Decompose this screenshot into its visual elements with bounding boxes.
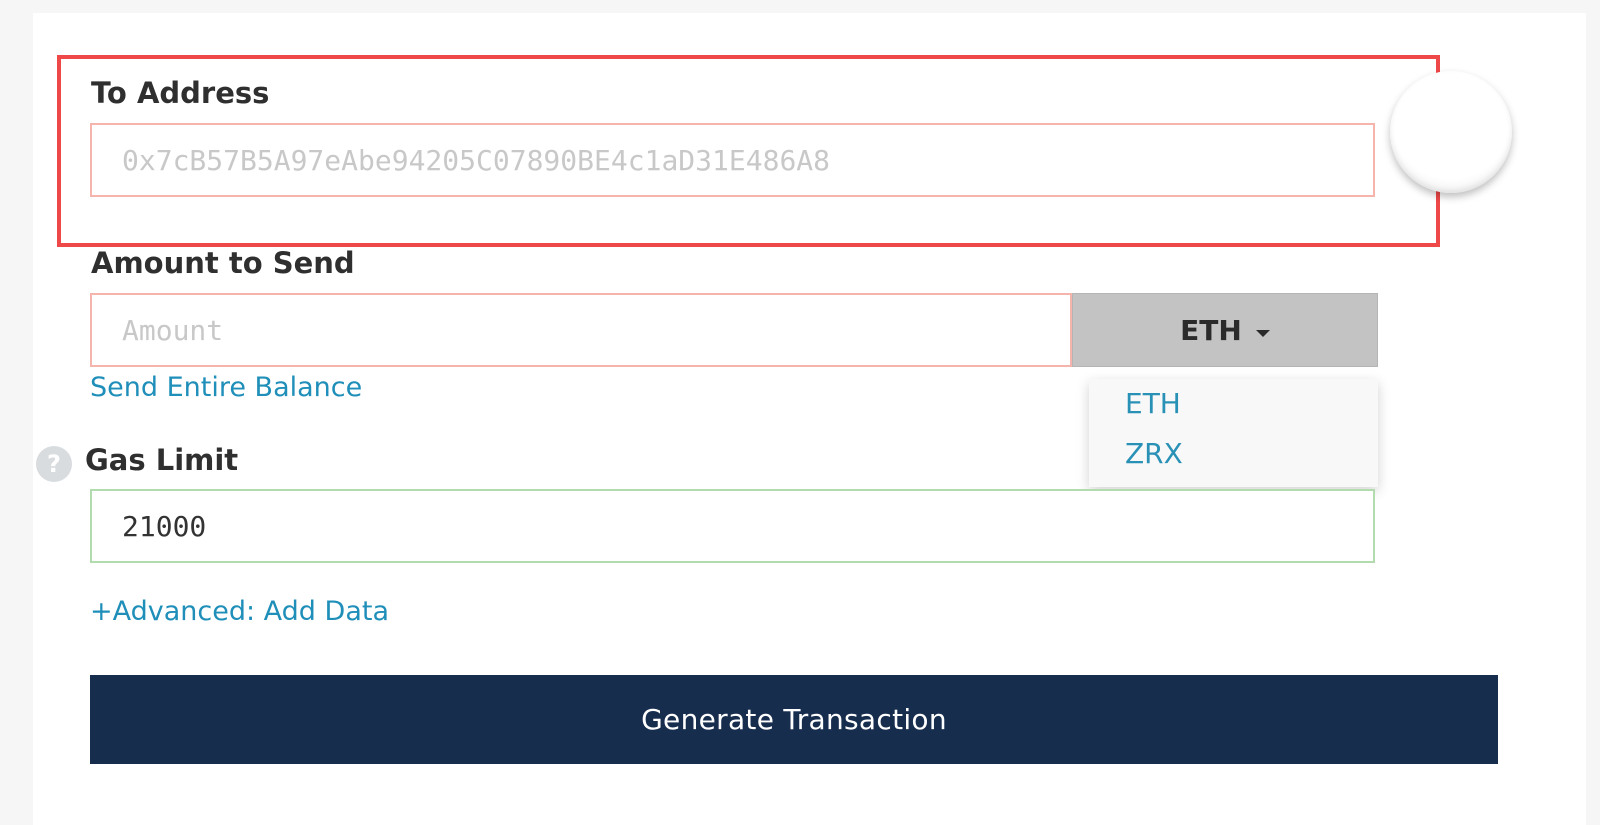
currency-dropdown-button[interactable]: ETH — [1072, 293, 1378, 367]
cursor-indicator — [1390, 71, 1512, 193]
caret-down-icon — [1255, 329, 1270, 337]
gas-limit-input[interactable] — [90, 489, 1375, 563]
currency-option-zrx[interactable]: ZRX — [1125, 437, 1183, 470]
to-address-label: To Address — [91, 76, 270, 110]
question-mark-icon[interactable]: ? — [36, 446, 72, 482]
generate-transaction-button[interactable]: Generate Transaction — [90, 675, 1498, 764]
currency-selected-label: ETH — [1180, 313, 1242, 347]
advanced-add-data-link[interactable]: +Advanced: Add Data — [90, 596, 389, 628]
amount-input[interactable] — [90, 293, 1072, 367]
send-entire-balance-link[interactable]: Send Entire Balance — [90, 372, 362, 404]
to-address-input[interactable] — [90, 123, 1375, 197]
currency-option-eth[interactable]: ETH — [1125, 387, 1181, 420]
currency-dropdown-menu: ETH ZRX — [1089, 379, 1378, 487]
amount-label: Amount to Send — [91, 246, 355, 280]
gas-limit-label: Gas Limit — [85, 443, 239, 477]
